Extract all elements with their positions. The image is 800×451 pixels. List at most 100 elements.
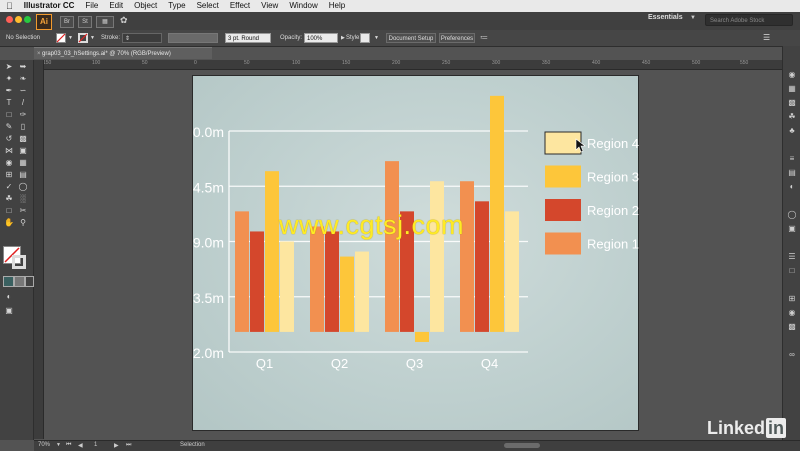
bar-region-3[interactable] bbox=[340, 256, 354, 332]
stroke-panel-icon[interactable]: ≡ bbox=[787, 154, 797, 163]
app-menu[interactable]: Illustrator CC bbox=[24, 0, 75, 12]
arrange-documents-icon[interactable]: ▦ bbox=[96, 16, 114, 28]
color-guide-icon[interactable]: ▦ bbox=[787, 84, 797, 93]
perspective-grid-icon[interactable]: ▦ bbox=[18, 158, 28, 167]
screen-mode-icon[interactable]: ▣ bbox=[4, 306, 14, 315]
arrange-icon[interactable]: ≔ bbox=[480, 33, 488, 43]
legend-label[interactable]: Region 2 bbox=[587, 203, 639, 218]
zoom-tool-icon[interactable]: ⚲ bbox=[18, 218, 28, 227]
minimize-window-icon[interactable] bbox=[15, 16, 22, 23]
direct-selection-tool-icon[interactable]: ➥ bbox=[18, 62, 28, 71]
y-tick-label[interactable]: $3.5m bbox=[193, 290, 224, 306]
y-tick-label[interactable]: $-2.0m bbox=[193, 345, 224, 361]
opacity-label[interactable]: Opacity: bbox=[280, 33, 302, 43]
apple-icon[interactable]:  bbox=[6, 0, 13, 12]
prev-artboard-icon[interactable]: ◀ bbox=[78, 442, 83, 449]
y-tick-label[interactable]: $20.0m bbox=[193, 124, 224, 140]
none-mode-icon[interactable] bbox=[25, 276, 34, 287]
menu-type[interactable]: Type bbox=[168, 0, 185, 12]
gradient-tool-icon[interactable]: ▤ bbox=[18, 170, 28, 179]
stroke-swatch[interactable] bbox=[78, 33, 88, 43]
layers-icon[interactable]: ☰ bbox=[787, 252, 797, 261]
graphic-style-swatch[interactable] bbox=[360, 33, 370, 43]
chevron-down-icon[interactable]: ▼ bbox=[690, 15, 696, 21]
legend-label[interactable]: Region 4 bbox=[587, 136, 639, 151]
zoom-dropdown-icon[interactable]: ▼ bbox=[56, 442, 61, 448]
curvature-tool-icon[interactable]: ∽ bbox=[18, 86, 28, 95]
bar-region-4[interactable] bbox=[505, 211, 519, 332]
stroke-label[interactable]: Stroke: bbox=[101, 33, 120, 43]
horizontal-scrollbar[interactable] bbox=[504, 443, 540, 448]
bar-region-2[interactable] bbox=[250, 231, 264, 332]
brushes-icon[interactable]: ☘ bbox=[787, 112, 797, 121]
paintbrush-tool-icon[interactable]: ✑ bbox=[18, 110, 28, 119]
x-tick-label[interactable]: Q3 bbox=[406, 356, 423, 371]
selection-tool-icon[interactable]: ➤ bbox=[4, 62, 14, 71]
opacity-field[interactable]: 100% bbox=[304, 33, 338, 43]
blend-tool-icon[interactable]: ◯ bbox=[18, 182, 28, 191]
stroke-color-icon[interactable] bbox=[12, 255, 26, 269]
y-tick-label[interactable]: $14.5m bbox=[193, 179, 224, 195]
artboard-tool-icon[interactable]: □ bbox=[4, 206, 14, 215]
legend-swatch[interactable] bbox=[545, 199, 581, 221]
zoom-level[interactable]: 70% bbox=[38, 442, 50, 448]
color-panel-icon[interactable]: ◉ bbox=[787, 70, 797, 79]
legend-label[interactable]: Region 3 bbox=[587, 170, 639, 185]
legend-swatch[interactable] bbox=[544, 131, 582, 155]
menu-help[interactable]: Help bbox=[329, 0, 345, 12]
style-label[interactable]: Style: bbox=[346, 33, 361, 43]
legend-swatch[interactable] bbox=[545, 165, 581, 188]
gradient-panel-icon[interactable]: ▤ bbox=[787, 168, 797, 177]
shaper-tool-icon[interactable]: ✎ bbox=[4, 122, 14, 131]
graphic-styles-icon[interactable]: ▣ bbox=[787, 224, 797, 233]
vertical-ruler[interactable] bbox=[34, 60, 44, 439]
align-icon[interactable]: ⊞ bbox=[787, 294, 797, 303]
hand-tool-icon[interactable]: ✋ bbox=[4, 218, 14, 227]
menu-file[interactable]: File bbox=[85, 0, 98, 12]
magic-wand-icon[interactable]: ✦ bbox=[4, 74, 14, 83]
document-tab[interactable]: × grap03_03_hSettings.ai* @ 70% (RGB/Pre… bbox=[34, 47, 212, 59]
workspace-switcher[interactable]: Essentials bbox=[648, 14, 683, 21]
stroke-weight-field[interactable]: ⇕ bbox=[122, 33, 162, 43]
document-setup-button[interactable]: Document Setup bbox=[386, 33, 436, 43]
x-tick-label[interactable]: Q4 bbox=[481, 356, 498, 371]
bar-region-1[interactable] bbox=[310, 226, 324, 332]
gpu-performance-icon[interactable]: ✿ bbox=[120, 15, 128, 26]
bar-region-3[interactable] bbox=[490, 95, 504, 332]
opacity-dropdown-icon[interactable]: ▶ bbox=[341, 33, 345, 43]
y-tick-label[interactable]: $9.0m bbox=[193, 235, 224, 251]
bar-region-2[interactable] bbox=[325, 231, 339, 332]
x-tick-label[interactable]: Q1 bbox=[256, 356, 273, 371]
bar-chart[interactable]: $20.0m $14.5m $9.0m $3.5m $-2.0m Q1 Q2 Q3 Q4 Regi… bbox=[193, 76, 640, 432]
bar-region-4[interactable] bbox=[280, 241, 294, 332]
next-artboard-icon[interactable]: ▶ bbox=[114, 442, 119, 449]
style-dropdown-icon[interactable]: ▼ bbox=[374, 33, 379, 43]
stroke-dropdown-icon[interactable]: ▼ bbox=[90, 33, 95, 43]
bar-region-4[interactable] bbox=[430, 181, 444, 332]
preferences-button[interactable]: Preferences bbox=[439, 33, 475, 43]
first-artboard-icon[interactable]: ⏮ bbox=[66, 442, 71, 449]
bar-region-3[interactable] bbox=[265, 171, 279, 332]
bridge-icon[interactable]: Br bbox=[60, 16, 74, 28]
type-tool-icon[interactable]: T bbox=[4, 98, 14, 107]
width-tool-icon[interactable]: ⋈ bbox=[4, 146, 14, 155]
variable-width-profile[interactable] bbox=[168, 33, 218, 43]
artboard-number[interactable]: 1 bbox=[94, 442, 97, 448]
bar-region-3[interactable] bbox=[415, 331, 429, 342]
artboards-icon[interactable]: □ bbox=[787, 266, 797, 275]
appearance-icon[interactable]: ◯ bbox=[787, 210, 797, 219]
legend-label[interactable]: Region 1 bbox=[587, 237, 639, 252]
menu-window[interactable]: Window bbox=[289, 0, 317, 12]
eyedropper-tool-icon[interactable]: ✓ bbox=[4, 182, 14, 191]
line-tool-icon[interactable]: / bbox=[18, 98, 28, 107]
shape-builder-icon[interactable]: ◉ bbox=[4, 158, 14, 167]
gradient-mode-icon[interactable] bbox=[14, 276, 25, 287]
eraser-tool-icon[interactable]: ▯ bbox=[18, 122, 28, 131]
stock-icon[interactable]: St bbox=[78, 16, 92, 28]
bar-region-1[interactable] bbox=[385, 161, 399, 332]
menu-view[interactable]: View bbox=[261, 0, 278, 12]
fill-dropdown-icon[interactable]: ▼ bbox=[68, 33, 73, 43]
bar-region-1[interactable] bbox=[235, 211, 249, 332]
menu-edit[interactable]: Edit bbox=[109, 0, 123, 12]
menu-object[interactable]: Object bbox=[134, 0, 157, 12]
